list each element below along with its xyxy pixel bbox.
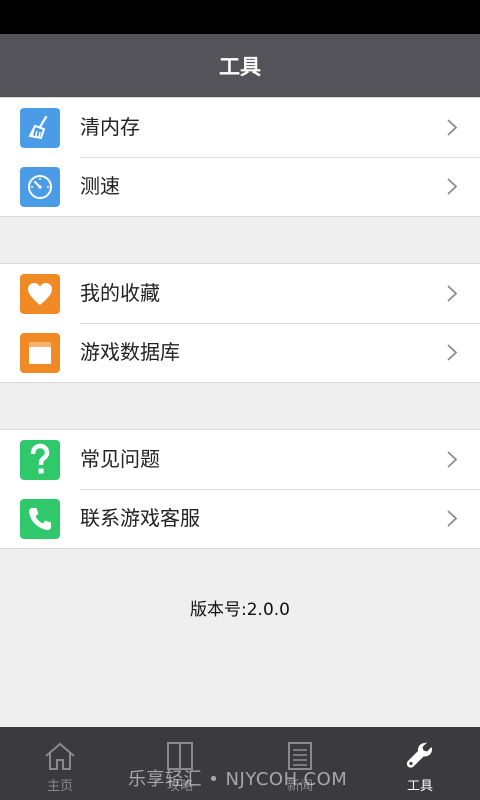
speedometer-icon: [20, 167, 60, 207]
box-icon: [20, 333, 60, 373]
phone-icon: [20, 499, 60, 539]
version-text: 版本号:2.0.0: [190, 600, 290, 620]
menu-item-favorites[interactable]: 我的收藏: [0, 264, 480, 323]
menu-item-speed-test[interactable]: 测速: [0, 157, 480, 216]
menu-item-faq[interactable]: 常见问题: [0, 430, 480, 489]
chevron-right-icon: [447, 285, 458, 302]
watermark-text: 乐享轻汇 • NJYCOH.COM: [128, 769, 348, 790]
chevron-right-icon: [447, 344, 458, 361]
tab-home[interactable]: 主页: [0, 727, 120, 800]
chevron-right-icon: [447, 510, 458, 527]
tab-label: 主页: [46, 779, 73, 794]
menu-item-clear-memory[interactable]: 清内存: [0, 98, 480, 157]
tab-tools[interactable]: 工具: [360, 727, 480, 800]
wrench-icon: [406, 742, 432, 768]
chevron-right-icon: [447, 119, 458, 136]
chevron-right-icon: [447, 178, 458, 195]
menu-item-contact-support[interactable]: 联系游戏客服: [0, 489, 480, 548]
menu-item-label: 联系游戏客服: [80, 506, 200, 530]
home-icon: [45, 742, 75, 770]
page-title: 工具: [219, 55, 261, 79]
menu-item-label: 我的收藏: [80, 281, 160, 305]
menu-item-game-database[interactable]: 游戏数据库: [0, 323, 480, 382]
tools-group-3: 常见问题 联系游戏客服: [0, 429, 480, 549]
menu-item-label: 常见问题: [80, 447, 160, 471]
tools-group-2: 我的收藏 游戏数据库: [0, 263, 480, 383]
menu-item-label: 测速: [80, 174, 120, 198]
chevron-right-icon: [447, 451, 458, 468]
status-bar: [0, 0, 480, 34]
question-icon: [20, 440, 60, 480]
tab-label: 工具: [406, 779, 433, 794]
menu-item-label: 游戏数据库: [80, 340, 180, 364]
heart-icon: [20, 274, 60, 314]
title-bar: 工具: [0, 34, 480, 98]
menu-item-label: 清内存: [80, 115, 140, 139]
tools-group-1: 清内存 测速: [0, 97, 480, 217]
broom-icon: [20, 108, 60, 148]
